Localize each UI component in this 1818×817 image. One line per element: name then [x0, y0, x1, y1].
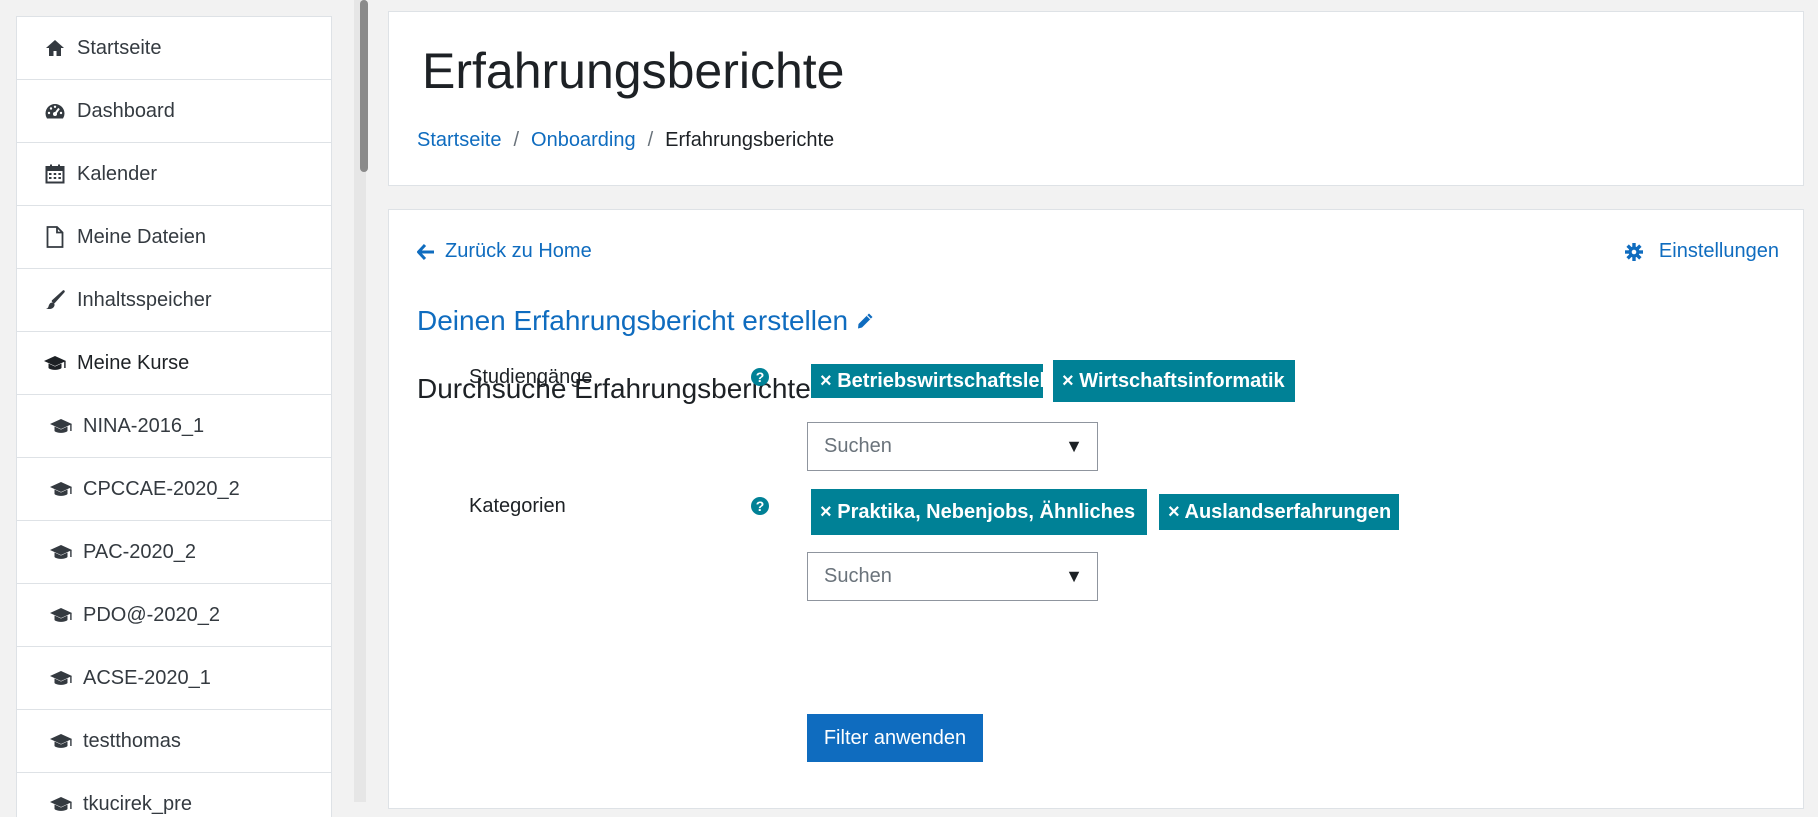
nav-course-label: PDO@-2020_2 — [83, 603, 221, 626]
nav-item-label: Meine Dateien — [77, 225, 206, 248]
apply-filter-button[interactable]: Filter anwenden — [807, 714, 983, 762]
nav-item-meine-kurse[interactable]: Meine Kurse — [17, 332, 331, 395]
nav-item-label: Dashboard — [77, 99, 175, 122]
tag-label: × Praktika, Nebenjobs, Ähnliches — [820, 500, 1136, 523]
graduation-cap-icon — [49, 478, 73, 500]
nav-item-label: Kalender — [77, 162, 158, 185]
tag-label: × Auslandserfahrungen — [1168, 500, 1392, 523]
selected-tag-betriebswirtschaftslehre[interactable]: × Betriebswirtschaftslehre — [811, 364, 1071, 398]
nav-item-meine-dateien[interactable]: Meine Dateien — [17, 206, 331, 269]
select-placeholder: Suchen — [824, 565, 892, 587]
nav-item-label: Inhaltsspeicher — [77, 288, 212, 311]
nav-item-label: Startseite — [77, 36, 162, 59]
select-placeholder: Suchen — [824, 435, 892, 457]
breadcrumb-separator: / — [647, 129, 654, 151]
nav-course-label: ACSE-2020_1 — [83, 666, 211, 689]
studiengaenge-search-select[interactable]: Suchen ▼ — [807, 422, 1098, 471]
nav-drawer: Startseite Dashboard Kalender Meine Date… — [16, 16, 332, 817]
help-icon[interactable]: ? — [751, 368, 769, 386]
file-icon — [43, 226, 67, 248]
nav-course-item[interactable]: ACSE-2020_1 — [17, 647, 331, 710]
selected-tag-auslandserfahrungen[interactable]: × Auslandserfahrungen — [1159, 494, 1399, 530]
breadcrumb-startseite[interactable]: Startseite — [417, 129, 501, 152]
pencil-icon — [856, 312, 874, 330]
graduation-cap-icon — [49, 415, 73, 437]
nav-course-item[interactable]: testthomas — [17, 710, 331, 773]
page-header: Erfahrungsberichte Startseite / Onboardi… — [388, 11, 1804, 186]
tag-label: × Wirtschaftsinformatik — [1062, 369, 1285, 392]
nav-course-label: testthomas — [83, 729, 181, 752]
selected-tag-praktika[interactable]: × Praktika, Nebenjobs, Ähnliches — [811, 489, 1147, 535]
drawer-scrollbar-thumb[interactable] — [360, 0, 368, 172]
graduation-cap-icon — [49, 730, 73, 752]
graduation-cap-icon — [49, 604, 73, 626]
settings-label: Einstellungen — [1658, 240, 1779, 262]
caret-down-icon: ▼ — [1065, 436, 1083, 456]
nav-item-dashboard[interactable]: Dashboard — [17, 80, 331, 143]
studiengaenge-label: Studiengänge — [469, 366, 593, 388]
back-to-home-link[interactable]: Zurück zu Home — [417, 240, 592, 263]
gear-icon — [1624, 242, 1643, 261]
graduation-cap-icon — [43, 352, 67, 374]
nav-item-inhaltsspeicher[interactable]: Inhaltsspeicher — [17, 269, 331, 332]
nav-item-startseite[interactable]: Startseite — [17, 17, 331, 80]
caret-down-icon: ▼ — [1065, 566, 1083, 586]
breadcrumb: Startseite / Onboarding / Erfahrungsberi… — [417, 129, 834, 152]
paintbrush-icon — [43, 289, 67, 311]
create-report-label: Deinen Erfahrungsbericht erstellen — [417, 305, 849, 336]
arrow-left-icon — [417, 243, 435, 261]
nav-item-label: Meine Kurse — [77, 351, 190, 374]
nav-course-item[interactable]: NINA-2016_1 — [17, 395, 331, 458]
help-glyph: ? — [755, 498, 765, 514]
nav-course-item[interactable]: PDO@-2020_2 — [17, 584, 331, 647]
nav-course-label: CPCCAE-2020_2 — [83, 477, 240, 500]
kategorien-label: Kategorien — [469, 495, 566, 517]
nav-course-item[interactable]: CPCCAE-2020_2 — [17, 458, 331, 521]
page-title: Erfahrungsberichte — [422, 43, 845, 99]
breadcrumb-onboarding[interactable]: Onboarding — [531, 129, 636, 152]
nav-course-label: PAC-2020_2 — [83, 540, 197, 563]
nav-item-kalender[interactable]: Kalender — [17, 143, 331, 206]
breadcrumb-separator: / — [513, 129, 520, 151]
tag-label: × Betriebswirtschaftslehre — [820, 369, 1071, 392]
calendar-icon — [43, 163, 67, 185]
dashboard-icon — [43, 100, 67, 122]
nav-course-label: tkucirek_pre — [83, 792, 192, 815]
main-content: Zurück zu Home Einstellungen Deinen Erfa… — [388, 209, 1804, 809]
graduation-cap-icon — [49, 793, 73, 815]
settings-link[interactable]: Einstellungen — [1624, 240, 1779, 263]
graduation-cap-icon — [49, 667, 73, 689]
selected-tag-wirtschaftsinformatik[interactable]: × Wirtschaftsinformatik — [1053, 360, 1295, 402]
nav-course-item[interactable]: PAC-2020_2 — [17, 521, 331, 584]
help-glyph: ? — [755, 369, 765, 385]
home-icon — [43, 37, 67, 59]
back-to-home-label: Zurück zu Home — [445, 240, 592, 262]
nav-course-item[interactable]: tkucirek_pre — [17, 773, 331, 817]
kategorien-search-select[interactable]: Suchen ▼ — [807, 552, 1098, 601]
breadcrumb-current: Erfahrungsberichte — [665, 129, 835, 151]
create-report-link[interactable]: Deinen Erfahrungsbericht erstellen — [417, 305, 874, 337]
nav-course-label: NINA-2016_1 — [83, 414, 205, 437]
help-icon[interactable]: ? — [751, 497, 769, 515]
graduation-cap-icon — [49, 541, 73, 563]
